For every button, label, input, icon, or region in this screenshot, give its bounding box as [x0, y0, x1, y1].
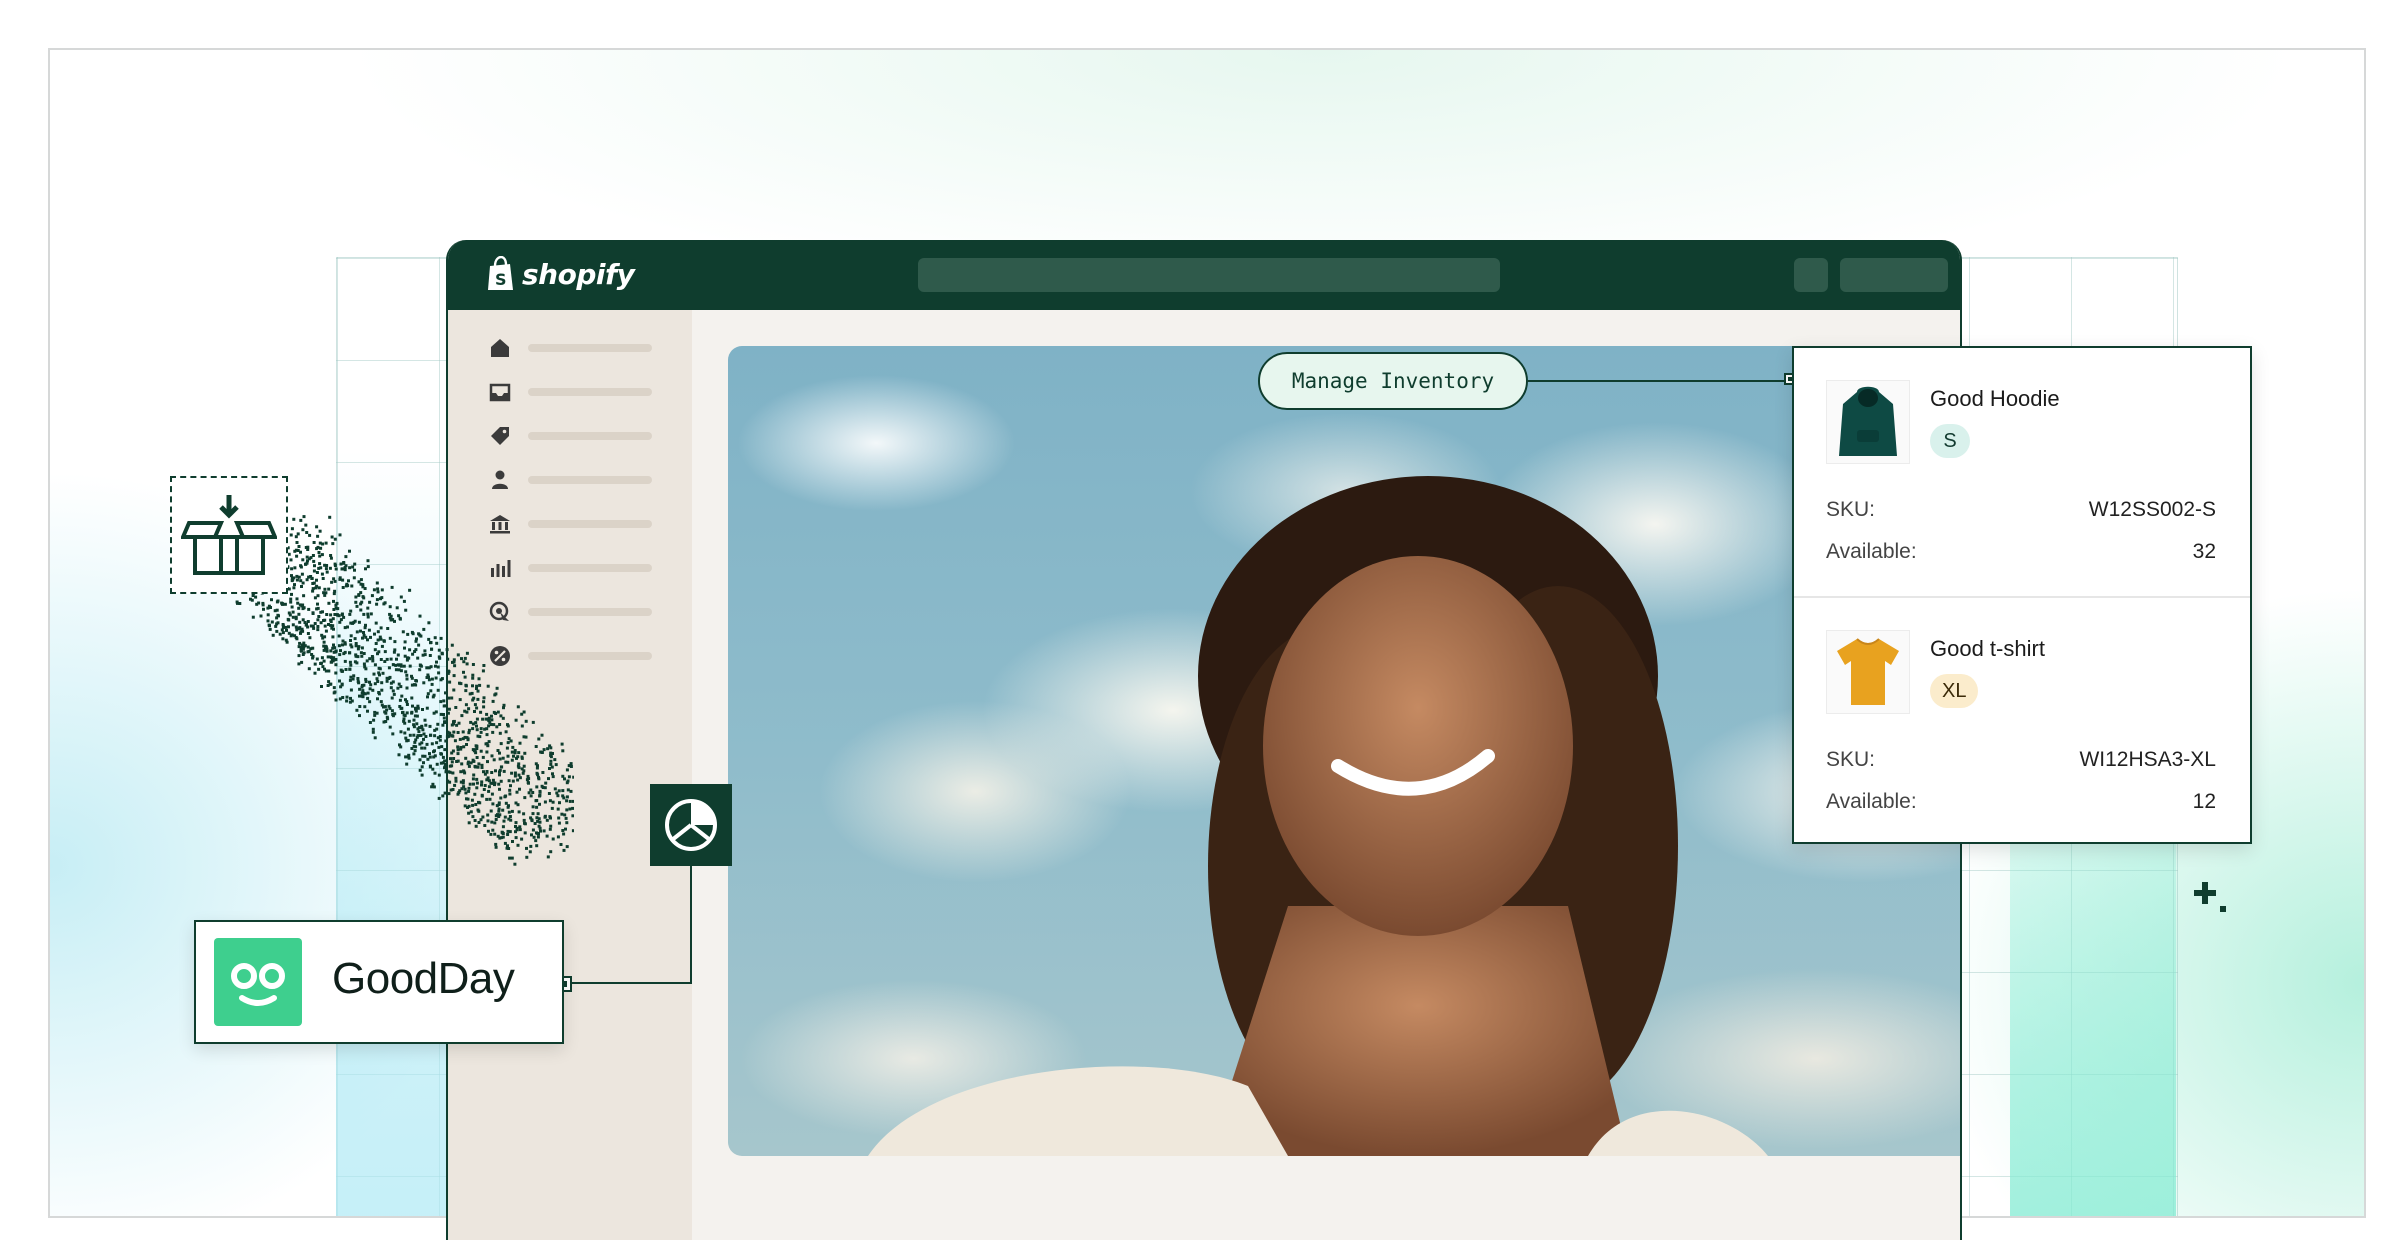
tshirt-icon — [1837, 638, 1899, 705]
available-label: Available: — [1826, 790, 1917, 813]
size-badge: S — [1930, 424, 1970, 458]
product-card[interactable]: Good Hoodie S SKU: W12SS002-S Available:… — [1794, 348, 2250, 596]
connector-line — [690, 866, 692, 984]
analytics-pie-icon[interactable] — [650, 784, 732, 866]
sku-label: SKU: — [1826, 748, 1876, 771]
product-image — [1826, 380, 1910, 464]
brand-name: shopify — [522, 257, 635, 291]
sidebar-item-label — [528, 388, 652, 396]
inbox-icon — [489, 383, 511, 402]
available-value: 32 — [2192, 540, 2216, 563]
sku-value: W12SS002-S — [2088, 498, 2216, 521]
receive-box-icon — [170, 476, 288, 594]
goodday-logo-icon — [214, 938, 302, 1026]
sparkle-plus-icon — [2194, 882, 2226, 912]
sku-value: WI12HSA3-XL — [2079, 748, 2216, 771]
product-name: Good Hoodie — [1930, 386, 2060, 411]
available-value: 12 — [2192, 790, 2216, 813]
goodday-name: GoodDay — [332, 954, 515, 1003]
sidebar-item-home[interactable] — [488, 336, 652, 360]
product-name: Good t-shirt — [1930, 636, 2045, 661]
sku-label: SKU: — [1826, 498, 1876, 521]
top-bar: S shopify — [448, 240, 1960, 310]
product-card[interactable]: Good t-shirt XL SKU: WI12HSA3-XL Availab… — [1794, 596, 2250, 846]
shopify-bag-icon: S — [488, 256, 513, 290]
product-image — [1826, 630, 1910, 714]
connector-line — [1528, 380, 1784, 382]
tag-icon — [491, 427, 509, 445]
sidebar-item-products[interactable] — [488, 424, 652, 448]
sidebar-item-label — [528, 344, 652, 352]
hero-photo — [728, 346, 1960, 1156]
inventory-panel: Good Hoodie S SKU: W12SS002-S Available:… — [1792, 346, 2252, 844]
shopify-logo[interactable]: S shopify — [486, 256, 635, 292]
sidebar-item-orders[interactable] — [488, 380, 652, 404]
search-bar[interactable] — [918, 258, 1500, 292]
notifications-button[interactable] — [1794, 258, 1828, 292]
account-button[interactable] — [1840, 258, 1948, 292]
manage-inventory-label[interactable]: Manage Inventory — [1258, 352, 1528, 410]
admin-window: S shopify — [446, 240, 1962, 1240]
size-badge: XL — [1930, 674, 1979, 708]
hoodie-icon — [1839, 386, 1897, 456]
available-label: Available: — [1826, 540, 1917, 563]
home-icon — [491, 339, 509, 357]
sidebar-item-label — [528, 432, 652, 440]
svg-text:S: S — [495, 270, 507, 289]
goodday-app-card[interactable]: GoodDay — [194, 920, 564, 1044]
connector-line — [572, 982, 692, 984]
person-photo-illustration — [868, 476, 1768, 1156]
